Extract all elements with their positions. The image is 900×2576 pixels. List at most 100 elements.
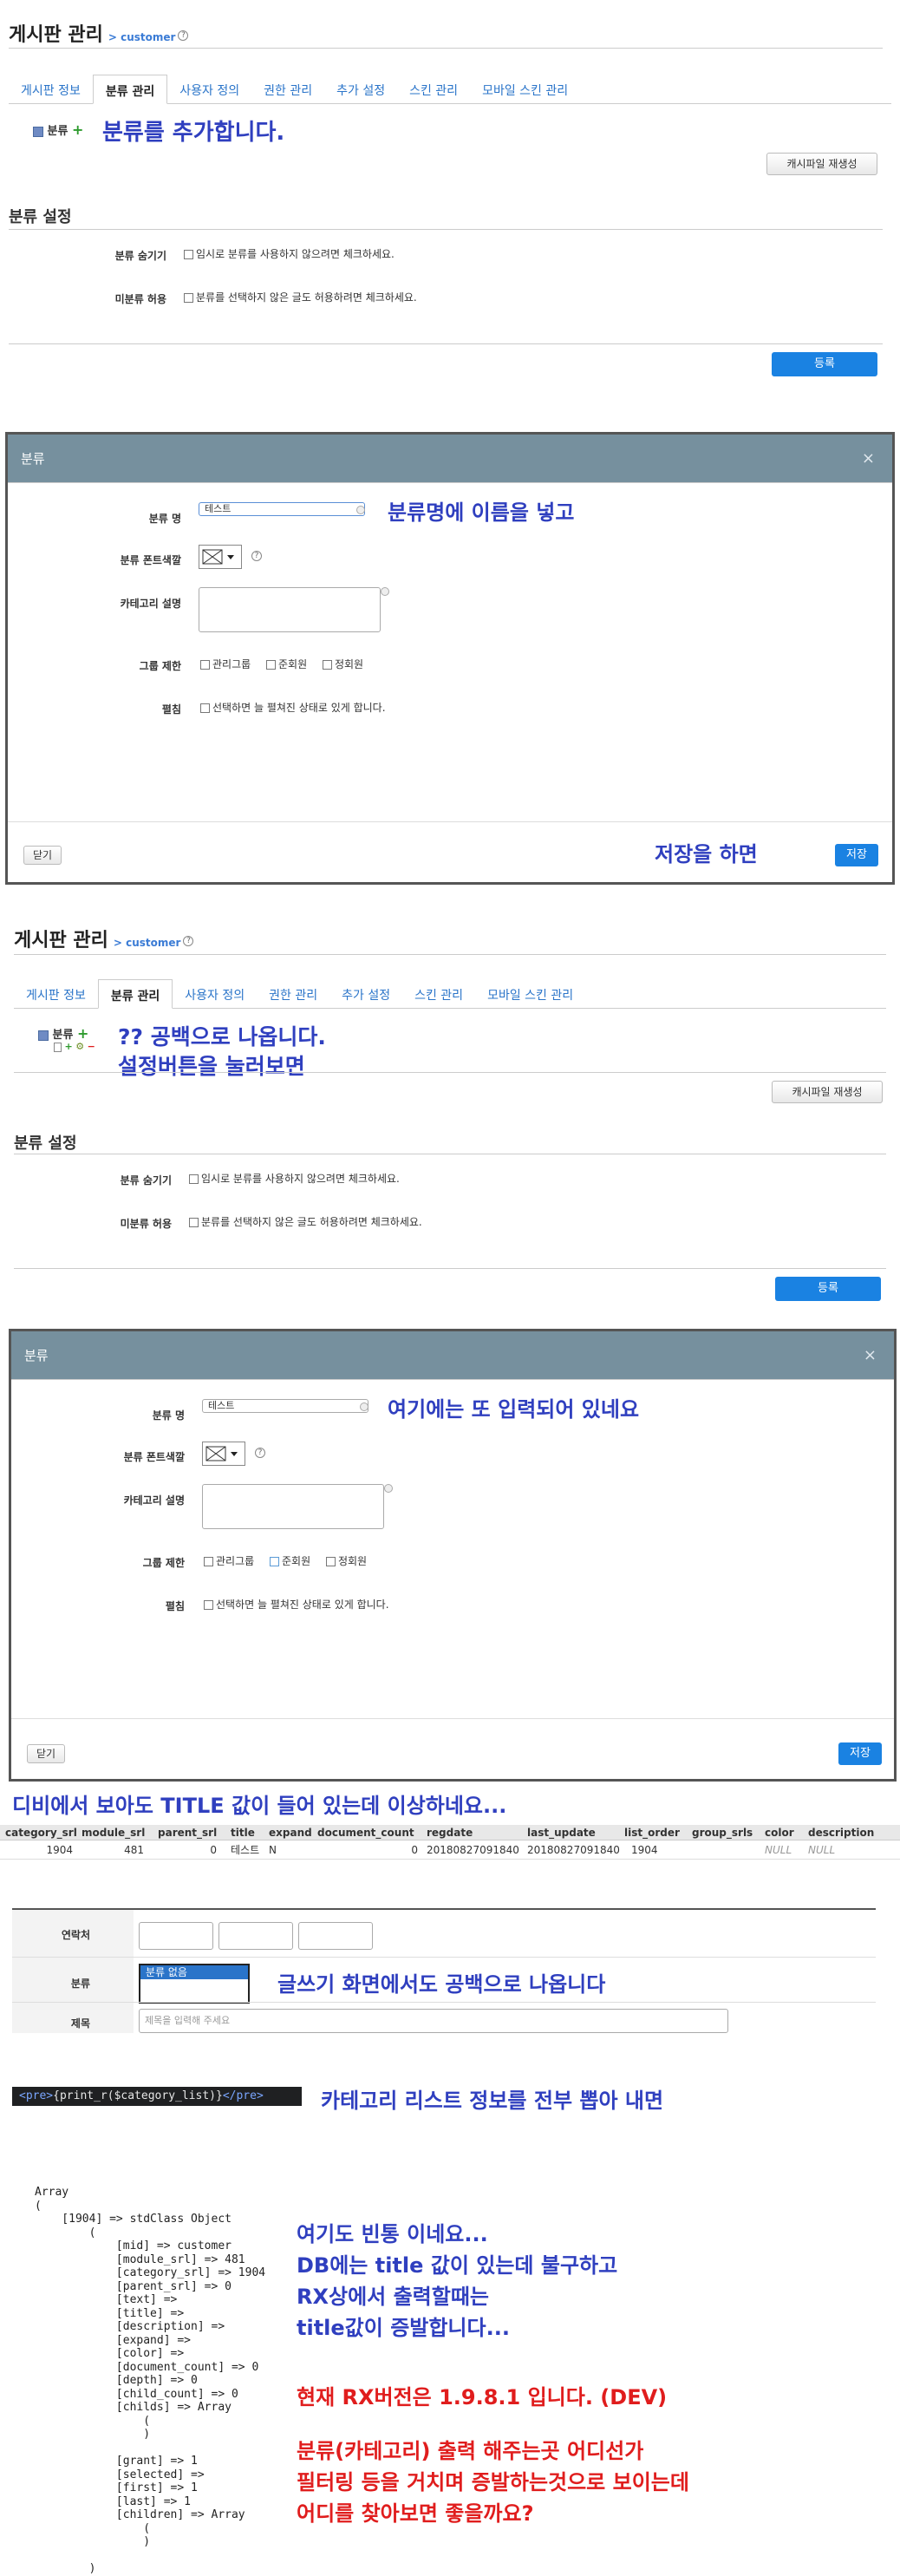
array-line: [last] => 1: [35, 2494, 192, 2508]
settings-icon[interactable]: ⚙: [75, 1041, 84, 1052]
submit-button[interactable]: 등록: [775, 1277, 881, 1301]
hide-category-checkbox[interactable]: [189, 1174, 199, 1184]
tab-addition[interactable]: 추가 설정: [324, 75, 397, 104]
cell-list-order: 1904: [631, 1844, 658, 1856]
hide-category-option[interactable]: 임시로 분류를 사용하지 않으려면 체크하세요.: [189, 1171, 400, 1186]
annotation-note: 분류를 추가합니다.: [102, 120, 285, 146]
tab-addition[interactable]: 추가 설정: [329, 979, 402, 1009]
tab-skin[interactable]: 스킨 관리: [397, 75, 470, 104]
array-line: [child_count] => 0: [35, 2387, 238, 2401]
contact-input-1[interactable]: [139, 1922, 213, 1950]
array-line: [text] =>: [35, 2293, 178, 2306]
tab-board-info[interactable]: 게시판 정보: [9, 75, 93, 104]
hide-category-checkbox[interactable]: [184, 250, 193, 259]
clear-icon[interactable]: [360, 1402, 368, 1411]
clear-icon[interactable]: [381, 587, 389, 596]
tab-bar: 게시판 정보 분류 관리 사용자 정의 권한 관리 추가 설정 스킨 관리 모바…: [14, 979, 886, 1009]
category-description-textarea[interactable]: [202, 1484, 384, 1529]
hide-category-label: 분류 숨기기: [120, 1174, 172, 1187]
group-regular-checkbox[interactable]: [322, 660, 332, 670]
group-associate-checkbox[interactable]: [266, 660, 276, 670]
close-button[interactable]: 닫기: [23, 846, 62, 865]
page-title-text: 게시판 관리: [9, 24, 103, 46]
empty-category-node[interactable]: + ⚙ −: [54, 1041, 95, 1052]
breadcrumb[interactable]: > customer: [114, 937, 181, 949]
category-name-input[interactable]: 테스트: [199, 502, 365, 516]
category-modal-1: 분류 × 분류 명 테스트 분류명에 이름을 넣고 분류 폰트색깔 ? 카테고리…: [5, 432, 895, 885]
help-icon[interactable]: ?: [183, 936, 194, 946]
expand-option[interactable]: 선택하면 늘 펼쳐진 상태로 있게 합니다.: [200, 700, 386, 715]
save-button[interactable]: 저장: [835, 844, 878, 866]
annotation-note: 디비에서 보아도 TITLE 값이 들어 있는데 이상하네요...: [12, 1794, 507, 1818]
array-dump: Array( [1904] => stdClass Object ( [mid]…: [35, 2186, 265, 2576]
tab-mobile-skin[interactable]: 모바일 스킨 관리: [470, 75, 580, 104]
tab-extra-vars[interactable]: 사용자 정의: [167, 75, 251, 104]
regenerate-cache-button[interactable]: 캐시파일 재생성: [766, 153, 877, 175]
save-button[interactable]: 저장: [838, 1742, 882, 1765]
array-line: [1904] => stdClass Object: [35, 2213, 232, 2226]
expand-checkbox[interactable]: [200, 703, 210, 713]
category-tree-root[interactable]: 분류 +: [33, 121, 83, 138]
annotation-note: 여기에는 또 입력되어 있네요: [388, 1397, 640, 1422]
group-admin-checkbox[interactable]: [200, 660, 210, 670]
note-line: 분류(카테고리) 출력 해주는곳 어디선가: [297, 2439, 644, 2463]
col-color: color: [765, 1827, 794, 1839]
clear-icon[interactable]: [384, 1484, 393, 1493]
allow-uncategorized-option[interactable]: 분류를 선택하지 않은 글도 허용하려면 체크하세요.: [184, 290, 417, 304]
add-category-icon[interactable]: +: [72, 121, 83, 138]
clear-icon[interactable]: [356, 506, 365, 514]
breadcrumb[interactable]: > customer: [108, 31, 176, 43]
group-admin-checkbox[interactable]: [204, 1557, 213, 1566]
regenerate-cache-button[interactable]: 캐시파일 재생성: [772, 1081, 883, 1103]
allow-uncategorized-checkbox[interactable]: [189, 1218, 199, 1227]
expand-option[interactable]: 선택하면 늘 펼쳐진 상태로 있게 합니다.: [204, 1597, 389, 1612]
allow-uncategorized-option[interactable]: 분류를 선택하지 않은 글도 허용하려면 체크하세요.: [189, 1214, 422, 1229]
col-expand: expand: [269, 1827, 312, 1839]
array-line: (: [35, 2521, 151, 2535]
array-note-red: 분류(카테고리) 출력 해주는곳 어디선가 필터링 등을 거치며 증발하는것으로…: [297, 2435, 689, 2529]
delete-icon[interactable]: −: [88, 1041, 95, 1052]
category-selected-option[interactable]: 분류 없음: [140, 1965, 248, 1979]
annotation-note: ?? 공백으로 나옵니다.: [118, 1024, 326, 1049]
tab-board-info[interactable]: 게시판 정보: [14, 979, 98, 1009]
section-title: 분류 설정: [9, 208, 72, 226]
group-limit-label: 그룹 제한: [139, 660, 181, 672]
help-icon[interactable]: ?: [255, 1448, 265, 1458]
color-picker[interactable]: [202, 1442, 245, 1466]
modal-title: 분류: [21, 451, 45, 467]
color-picker[interactable]: [199, 545, 242, 569]
tab-extra-vars[interactable]: 사용자 정의: [173, 979, 257, 1009]
close-icon[interactable]: ×: [862, 435, 875, 483]
col-parent-srl: parent_srl: [158, 1827, 218, 1839]
add-category-icon[interactable]: +: [77, 1025, 88, 1042]
close-button[interactable]: 닫기: [27, 1744, 65, 1763]
version-note: 현재 RX버전은 1.9.8.1 입니다. (DEV): [297, 2385, 668, 2409]
tab-grant[interactable]: 권한 관리: [257, 979, 329, 1009]
tab-grant[interactable]: 권한 관리: [251, 75, 324, 104]
add-child-icon[interactable]: +: [65, 1041, 73, 1052]
tab-skin[interactable]: 스킨 관리: [402, 979, 475, 1009]
group-associate-checkbox[interactable]: [270, 1557, 279, 1566]
title-input[interactable]: 제목을 입력해 주세요: [139, 2009, 728, 2033]
tab-category[interactable]: 분류 관리: [92, 75, 168, 104]
tab-mobile-skin[interactable]: 모바일 스킨 관리: [475, 979, 585, 1009]
help-icon[interactable]: ?: [178, 30, 189, 41]
help-icon[interactable]: ?: [251, 551, 262, 561]
allow-uncategorized-checkbox[interactable]: [184, 293, 193, 303]
hide-category-option[interactable]: 임시로 분류를 사용하지 않으려면 체크하세요.: [184, 246, 395, 261]
group-regular-label: 정회원: [337, 1555, 368, 1567]
note-line: DB에는 title 값이 있는데 불구하고: [297, 2253, 618, 2278]
category-select[interactable]: 분류 없음: [139, 1964, 250, 2004]
expand-checkbox[interactable]: [204, 1600, 213, 1610]
col-module-srl: module_srl: [82, 1827, 146, 1839]
contact-input-3[interactable]: [298, 1922, 373, 1950]
tab-category[interactable]: 분류 관리: [97, 979, 173, 1009]
contact-input-2[interactable]: [218, 1922, 293, 1950]
group-regular-checkbox[interactable]: [325, 1557, 336, 1566]
category-tree-root[interactable]: 분류 +: [38, 1025, 88, 1042]
submit-button[interactable]: 등록: [772, 352, 877, 376]
close-icon[interactable]: ×: [864, 1331, 877, 1380]
category-name-input[interactable]: 테스트: [202, 1399, 368, 1413]
category-description-textarea[interactable]: [199, 587, 381, 632]
color-swatch-icon: [205, 1446, 238, 1461]
